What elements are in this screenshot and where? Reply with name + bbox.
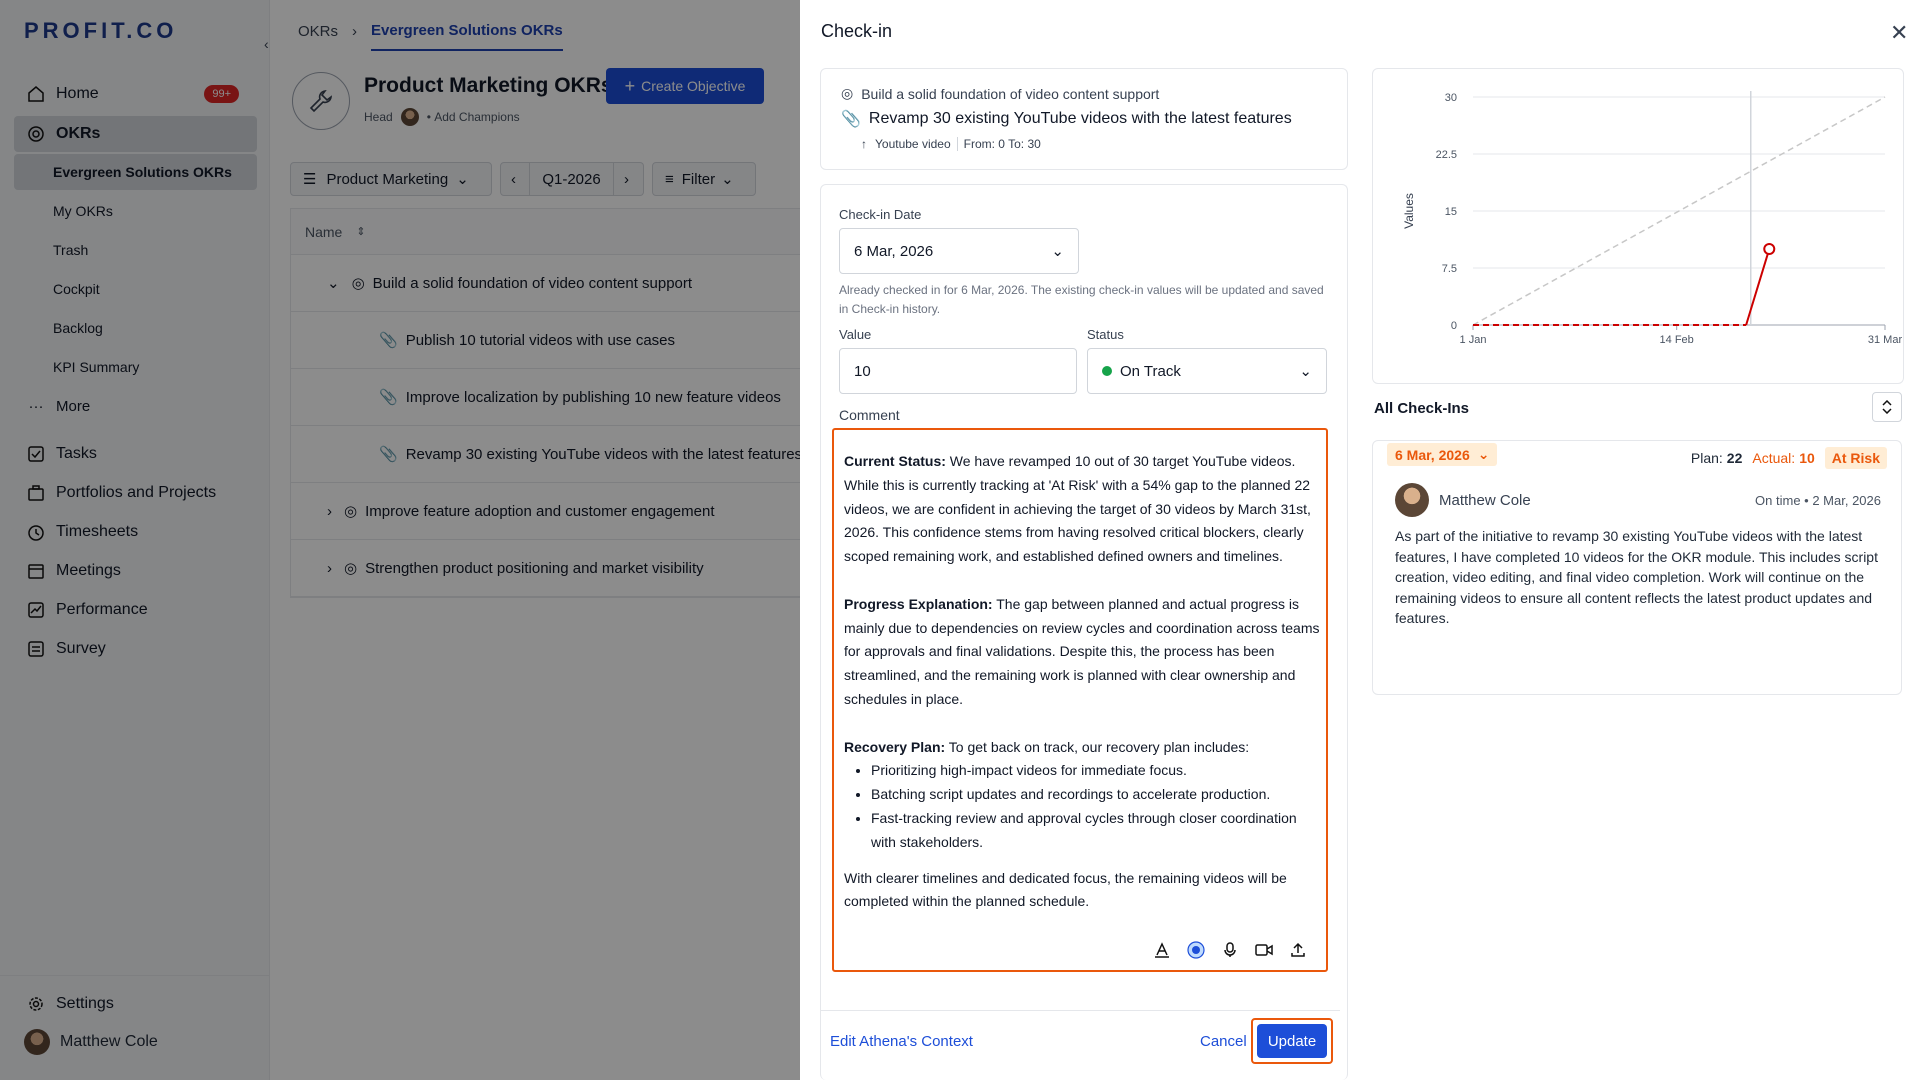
progress-heading: Progress Explanation: [844,595,993,612]
y-tick-label: 7.5 [1442,263,1457,275]
y-tick-label: 15 [1445,206,1457,218]
value-label: Value [839,327,872,342]
value-input[interactable]: 10 [839,348,1077,394]
actual-value: 10 [1799,450,1815,466]
check-in-date-value: 6 Mar, 2026 [854,242,934,260]
checkin-author: Matthew Cole [1395,483,1531,517]
cancel-button[interactable]: Cancel [1200,1033,1247,1050]
actual-series-line [1745,248,1771,326]
microphone-icon[interactable] [1220,940,1240,960]
comment-editor[interactable]: Current Status: We have revamped 10 out … [832,428,1328,972]
status-badge: At Risk [1824,447,1887,469]
chevron-down-icon: ⌄ [1051,243,1064,260]
actual-label: Actual: [1752,450,1796,466]
actual-point-marker [1763,243,1776,255]
metric-name: Youtube video [875,137,958,151]
chevron-down-icon: ⌄ [1299,363,1312,380]
x-tick-label: 1 Jan [1460,334,1487,346]
arrow-up-icon: ↑ [861,137,867,151]
list-item: Batching script updates and recordings t… [871,783,1320,807]
check-in-date-select[interactable]: 6 Mar, 2026 ⌄ [839,228,1079,274]
upload-icon[interactable] [1288,940,1308,960]
recovery-heading: Recovery Plan: [844,738,946,755]
checkin-history-item: 6 Mar, 2026 ⌄ Plan: 22 Actual: 10 At Ris… [1372,440,1902,695]
author-name: Matthew Cole [1439,491,1531,509]
checkin-date-chip[interactable]: 6 Mar, 2026 ⌄ [1387,443,1498,466]
progress-chart-card: 0 7.5 15 22.5 30 1 Jan 14 Feb 31 Mar Values [1372,68,1904,384]
x-tick-label: 31 Mar [1868,334,1903,346]
objective-title: Build a solid foundation of video conten… [861,85,1160,102]
all-checkins-title: All Check-Ins [1374,400,1470,417]
objective-icon: ◎ [841,85,854,101]
metric-range: From: 0 To: 30 [963,137,1041,151]
x-tick-label: 14 Feb [1660,334,1694,346]
chevron-down-icon: ⌄ [1477,446,1490,462]
status-label: Status [1087,327,1124,342]
key-result-title: Revamp 30 existing YouTube videos with t… [868,110,1292,127]
recovery-text: To get back on track, our recovery plan … [945,738,1250,755]
y-axis-label: Values [1402,193,1416,229]
status-select[interactable]: On Track ⌄ [1087,348,1327,394]
checkin-meta: On time • 2 Mar, 2026 [1755,493,1881,508]
progress-text: The gap between planned and actual progr… [844,595,1320,707]
video-camera-icon[interactable] [1254,940,1274,960]
closing-text: With clearer timelines and dedicated foc… [844,869,1287,910]
plan-label: Plan: [1690,450,1723,466]
current-status-heading: Current Status: [844,453,946,469]
value-text: 10 [854,362,871,380]
plan-actual-summary: Plan: 22 Actual: 10 At Risk [1691,447,1887,469]
y-tick-label: 0 [1451,320,1457,332]
list-item: Prioritizing high-impact videos for imme… [871,759,1320,783]
comment-label: Comment [839,407,900,423]
update-button[interactable]: Update [1257,1024,1327,1058]
list-item: Fast-tracking review and approval cycles… [871,807,1320,855]
ai-assistant-icon[interactable] [1186,940,1206,960]
panel-title: Check-in [821,21,893,41]
y-tick-label: 22.5 [1436,149,1457,161]
edit-athena-context-link[interactable]: Edit Athena's Context [830,1033,973,1050]
sort-toggle-icon[interactable] [1872,392,1902,422]
modal-backdrop[interactable] [0,0,800,1080]
current-status-text: We have revamped 10 out of 30 target You… [844,453,1311,565]
comment-text: Current Status: We have revamped 10 out … [844,450,1320,914]
plan-value: 22 [1726,450,1743,466]
checkin-comment: As part of the initiative to revamp 30 e… [1395,528,1878,626]
close-icon[interactable]: ✕ [1890,20,1908,46]
y-tick-label: 30 [1445,92,1457,104]
checkin-date: 6 Mar, 2026 [1395,446,1470,463]
key-result-card: ◎ Build a solid foundation of video cont… [820,68,1348,170]
status-value: On Track [1120,362,1181,380]
update-button-highlight: Update [1251,1018,1333,1064]
recovery-list: Prioritizing high-impact videos for imme… [844,759,1320,854]
text-format-icon[interactable] [1152,940,1172,960]
avatar [1395,483,1429,517]
key-result-icon: 📎 [841,111,861,128]
check-in-date-label: Check-in Date [839,207,922,222]
status-dot [1102,366,1112,376]
progress-chart: 0 7.5 15 22.5 30 1 Jan 14 Feb 31 Mar Values [1402,91,1903,346]
check-in-date-hint: Already checked in for 6 Mar, 2026. The … [839,283,1324,316]
comment-toolbar [1152,940,1308,960]
